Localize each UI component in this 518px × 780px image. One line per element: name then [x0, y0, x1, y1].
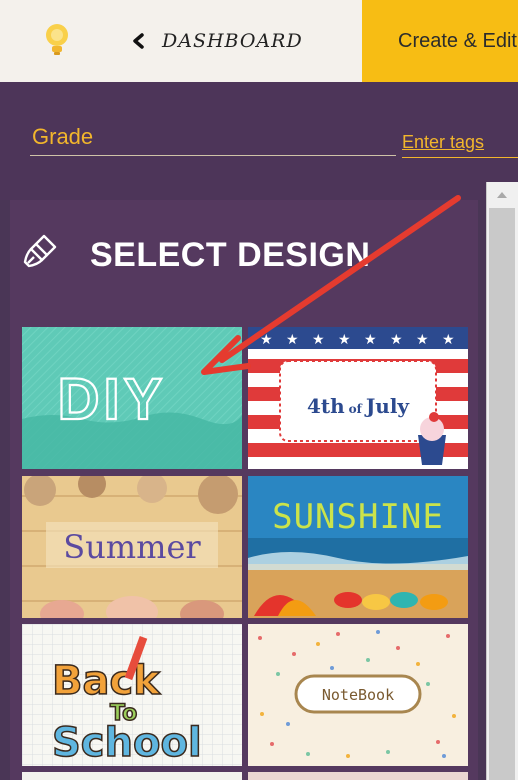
design-tile-back-to-school[interactable]: Back To School: [22, 624, 242, 766]
panel-title: SELECT DESIGN: [90, 236, 371, 274]
scroll-up-arrow-icon[interactable]: [493, 188, 511, 202]
svg-text:School: School: [52, 720, 202, 766]
chevron-left-icon: [133, 33, 144, 49]
svg-text:★: ★: [286, 332, 299, 348]
dashboard-button[interactable]: DASHBOARD: [130, 24, 303, 58]
design-tile-4th-of-july[interactable]: ★ ★ ★ ★ ★ ★ ★ ★ 4th of July: [248, 327, 468, 469]
design-tile-diy[interactable]: DIY: [22, 327, 242, 469]
grade-input[interactable]: [30, 118, 396, 156]
svg-text:★: ★: [364, 332, 377, 348]
svg-text:★: ★: [338, 332, 351, 348]
diy-label: DIY: [58, 367, 167, 432]
svg-text:★: ★: [312, 332, 325, 348]
design-tile-next-right[interactable]: [248, 772, 468, 780]
sunshine-label: SUNSHINE: [272, 497, 444, 537]
svg-text:★: ★: [442, 332, 455, 348]
top-bar: DASHBOARD Create & Edit: [0, 0, 518, 82]
scroll-thumb[interactable]: [489, 208, 515, 780]
lightbulb-icon[interactable]: [42, 22, 72, 58]
svg-text:★: ★: [260, 332, 273, 348]
design-tile-notebook[interactable]: NoteBook: [248, 624, 468, 766]
design-tile-next-left[interactable]: [22, 772, 242, 780]
notebook-label: NoteBook: [322, 686, 394, 704]
paintbrush-icon: [23, 234, 57, 268]
design-tile-sunshine[interactable]: SUNSHINE: [248, 476, 468, 618]
scrollbar[interactable]: [486, 182, 518, 780]
svg-text:★: ★: [416, 332, 429, 348]
dashboard-label: DASHBOARD: [162, 30, 303, 52]
summer-label: Summer: [63, 528, 201, 566]
select-design-panel: SELECT DESIGN DIY ★ ★ ★ ★ ★ ★ ★ ★ 4th of…: [10, 200, 478, 780]
tags-input[interactable]: [402, 128, 518, 158]
svg-text:Back: Back: [52, 658, 161, 704]
tab-create-edit[interactable]: Create & Edit: [362, 0, 518, 82]
design-tile-summer[interactable]: Summer: [22, 476, 242, 618]
svg-text:★: ★: [390, 332, 403, 348]
panel-header: SELECT DESIGN: [10, 200, 478, 310]
